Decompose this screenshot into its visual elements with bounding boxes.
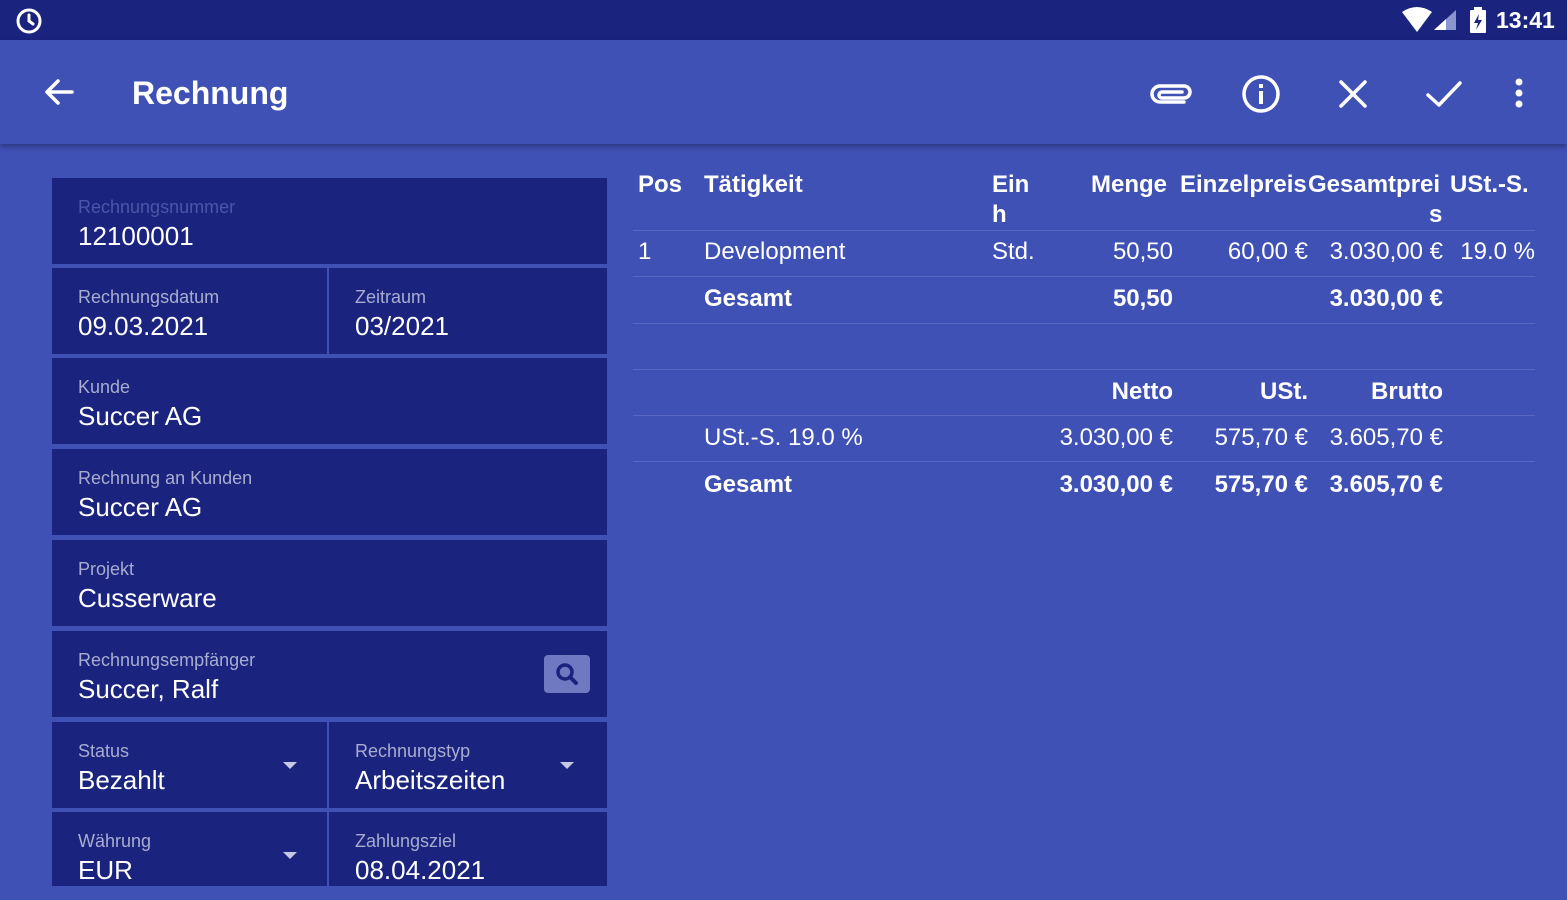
header-unit-line2: h	[992, 201, 1007, 228]
due-date-field[interactable]: Zahlungsziel 08.04.2021	[329, 812, 607, 886]
invoice-number-value: 12100001	[78, 221, 194, 251]
divider	[633, 230, 1535, 231]
signal-icon	[1434, 10, 1456, 30]
period-value: 03/2021	[355, 311, 449, 341]
bill-to-customer-field[interactable]: Rechnung an Kunden Succer AG	[52, 449, 607, 535]
header-unit-line1: Ein	[992, 171, 1030, 198]
currency-dropdown[interactable]: Währung EUR	[52, 812, 327, 886]
divider	[633, 323, 1535, 324]
period-label: Zeitraum	[355, 287, 427, 307]
header-vat-rate: USt.-S.	[1450, 171, 1529, 198]
project-field[interactable]: Projekt Cusserware	[52, 540, 607, 626]
recipient-search-button[interactable]	[544, 655, 590, 693]
battery-icon	[1470, 7, 1486, 33]
tax-header-net: Netto	[1111, 378, 1173, 405]
chevron-down-icon	[283, 852, 297, 859]
tax-header-vat: USt.	[1260, 378, 1308, 405]
invoice-date-label: Rechnungsdatum	[78, 287, 220, 307]
tax-summary-net: 3.030,00 €	[1059, 471, 1173, 498]
divider	[633, 461, 1535, 462]
row-activity: Development	[704, 238, 846, 265]
invoice-number-field[interactable]: Rechnungsnummer 12100001	[52, 178, 607, 264]
check-icon[interactable]	[1420, 70, 1468, 118]
currency-label: Währung	[78, 831, 152, 851]
tax-row-vat: 575,70 €	[1214, 424, 1308, 451]
tax-header-gross: Brutto	[1371, 378, 1443, 405]
tax-summary-label: Gesamt	[704, 471, 793, 498]
summary-label: Gesamt	[704, 285, 793, 312]
customer-label: Kunde	[78, 377, 131, 397]
due-date-label: Zahlungsziel	[355, 831, 457, 851]
tax-summary-gross: 3.605,70 €	[1329, 471, 1443, 498]
attachment-icon[interactable]	[1144, 70, 1196, 118]
due-date-value: 08.04.2021	[355, 855, 486, 885]
tax-summary-vat: 575,70 €	[1214, 471, 1308, 498]
summary-quantity: 50,50	[1112, 285, 1173, 312]
search-icon	[556, 663, 578, 685]
close-icon[interactable]	[1329, 70, 1377, 118]
status-label: Status	[78, 741, 130, 761]
status-time: 13:41	[1496, 7, 1555, 33]
status-bar: 13:41	[0, 0, 1567, 40]
wifi-icon	[1402, 7, 1432, 32]
row-total: 3.030,00 €	[1329, 238, 1443, 265]
status-dropdown[interactable]: Status Bezahlt	[52, 722, 327, 808]
chevron-down-icon	[560, 762, 574, 769]
row-pos: 1	[638, 238, 652, 265]
period-field[interactable]: Zeitraum 03/2021	[329, 268, 607, 354]
header-activity: Tätigkeit	[704, 171, 803, 198]
info-icon[interactable]	[1237, 70, 1285, 118]
customer-field[interactable]: Kunde Succer AG	[52, 358, 607, 444]
row-vat-rate: 19.0 %	[1460, 238, 1535, 265]
row-unit: Std.	[992, 238, 1035, 265]
chevron-down-icon	[283, 762, 297, 769]
currency-value: EUR	[78, 855, 133, 885]
project-label: Projekt	[78, 559, 135, 579]
header-total-line2: s	[1429, 201, 1443, 228]
row-unit-price: 60,00 €	[1227, 238, 1308, 265]
back-arrow-icon[interactable]	[38, 70, 82, 114]
tax-row-label: USt.-S. 19.0 %	[704, 424, 863, 451]
invoice-type-value: Arbeitszeiten	[355, 765, 506, 795]
divider	[633, 276, 1535, 277]
customer-value: Succer AG	[78, 401, 203, 431]
project-value: Cusserware	[78, 583, 217, 613]
page-title: Rechnung	[132, 75, 289, 111]
header-total-line1: Gesamtprei	[1308, 171, 1441, 198]
clock-icon	[16, 8, 42, 34]
row-quantity: 50,50	[1112, 238, 1173, 265]
invoice-type-label: Rechnungstyp	[355, 741, 471, 761]
divider	[633, 415, 1535, 416]
recipient-value: Succer, Ralf	[78, 674, 219, 704]
summary-total: 3.030,00 €	[1329, 285, 1443, 312]
tax-row-gross: 3.605,70 €	[1329, 424, 1443, 451]
header-pos: Pos	[638, 171, 683, 198]
tax-row-net: 3.030,00 €	[1059, 424, 1173, 451]
app-bar: Rechnung	[0, 40, 1567, 144]
bill-to-customer-label: Rechnung an Kunden	[78, 468, 253, 488]
header-quantity: Menge	[1091, 171, 1168, 198]
status-value: Bezahlt	[78, 765, 165, 795]
more-vert-icon[interactable]	[1500, 70, 1538, 118]
invoice-number-label: Rechnungsnummer	[78, 197, 236, 217]
invoice-date-value: 09.03.2021	[78, 311, 209, 341]
divider	[633, 369, 1535, 370]
recipient-field[interactable]: Rechnungsempfänger Succer, Ralf	[52, 631, 607, 717]
bill-to-customer-value: Succer AG	[78, 492, 203, 522]
recipient-label: Rechnungsempfänger	[78, 650, 256, 670]
header-unit-price: Einzelpreis	[1180, 171, 1307, 198]
invoice-type-dropdown[interactable]: Rechnungstyp Arbeitszeiten	[329, 722, 607, 808]
invoice-date-field[interactable]: Rechnungsdatum 09.03.2021	[52, 268, 327, 354]
